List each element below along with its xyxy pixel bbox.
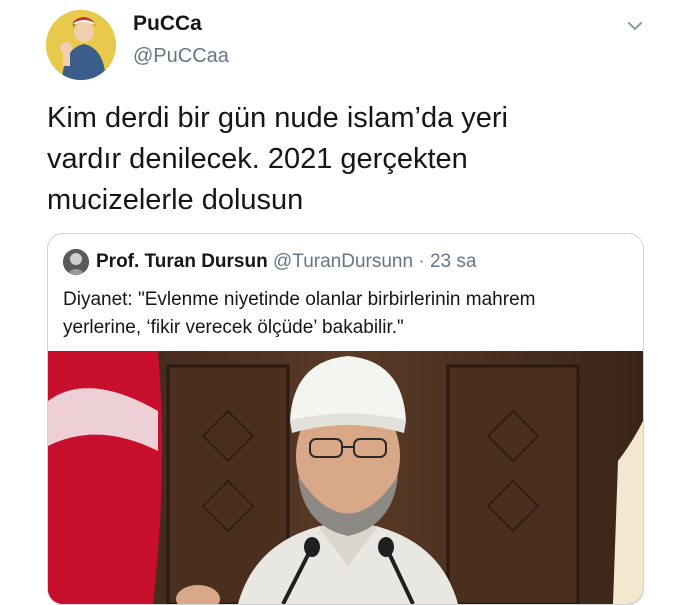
quoted-text-line: Diyanet: "Evlenme niyetinde olanlar birb… — [63, 289, 536, 310]
quoted-timestamp[interactable]: 23 sa — [430, 251, 476, 272]
avatar[interactable] — [46, 10, 116, 80]
chevron-down-icon[interactable] — [623, 14, 647, 38]
author-handle[interactable]: @PuCCaa — [133, 45, 229, 68]
tweet-text-line: Kim derdi bir gün nude islam’da yeri — [47, 102, 508, 134]
avatar-illustration — [46, 10, 116, 80]
quoted-display-name[interactable]: Prof. Turan Dursun — [96, 251, 268, 272]
quoted-tweet-header: Prof. Turan Dursun @TuranDursunn · 23 sa — [96, 249, 476, 275]
tweet-text: Kim derdi bir gün nude islam’da yeri var… — [47, 98, 647, 221]
author-display-name[interactable]: PuCCa — [133, 12, 202, 36]
quoted-tweet-card[interactable]: Prof. Turan Dursun @TuranDursunn · 23 sa… — [47, 233, 644, 605]
quoted-tweet-text: Diyanet: "Evlenme niyetinde olanlar birb… — [63, 286, 633, 342]
quoted-handle[interactable]: @TuranDursunn — [273, 251, 413, 272]
separator-dot: · — [418, 251, 425, 272]
quoted-media-image[interactable] — [48, 351, 643, 604]
tweet-text-line: mucizelerle dolusun — [47, 184, 304, 216]
quoted-avatar — [63, 249, 89, 275]
tweet-text-line: vardır denilecek. 2021 gerçekten — [47, 143, 468, 175]
quoted-text-line: yerlerine, ‘fikir verecek ölçüde’ bakabi… — [63, 317, 404, 338]
